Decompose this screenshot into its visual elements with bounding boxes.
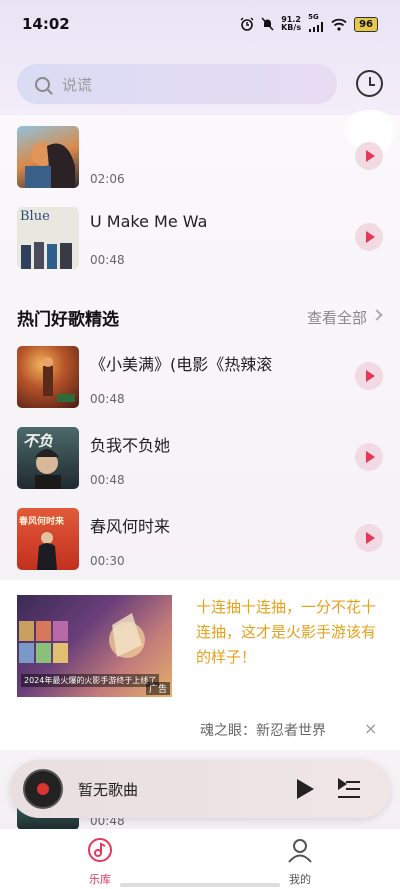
user-icon — [288, 839, 312, 863]
ad-image[interactable]: 2024年最火爆的火影手游终于上线了 广告 — [17, 595, 172, 697]
tab-mine[interactable]: 我的 — [260, 829, 340, 889]
mute-bell-icon — [261, 17, 274, 31]
ad-source: 魂之眼：新忍者世界 — [200, 723, 326, 739]
chevron-right-icon[interactable] — [371, 309, 383, 321]
song-title: U Make Me Wa — [90, 212, 208, 231]
close-icon[interactable]: × — [364, 719, 377, 738]
search-row: 说谎 — [17, 64, 383, 104]
tab-music-library[interactable]: 乐库 — [60, 829, 140, 889]
song-cover: 春风何时来 — [17, 508, 79, 570]
see-all-link[interactable]: 查看全部 — [307, 307, 367, 328]
alarm-icon — [240, 17, 254, 31]
mini-player[interactable]: 暂无歌曲 — [10, 760, 390, 818]
play-icon — [366, 532, 375, 544]
signal-label: 5G — [308, 13, 319, 21]
song-title: 《小美满》(电影《热辣滚 — [90, 355, 273, 374]
song-cover — [17, 346, 79, 408]
net-speed: 91.2 KB/s — [281, 16, 301, 32]
play-icon — [366, 150, 375, 162]
song-cover: Blue — [17, 207, 79, 269]
playlist-icon[interactable] — [338, 778, 360, 800]
section-title: 热门好歌精选 — [17, 310, 119, 330]
status-time: 14:02 — [22, 15, 70, 33]
status-bar: 14:02 91.2 KB/s 5G 96 — [0, 0, 400, 48]
song-duration: 00:48 — [90, 473, 125, 487]
song-item[interactable]: 春风何时来 春风何时来 00:30 — [17, 508, 383, 572]
play-button[interactable] — [355, 223, 383, 251]
ad-image-caption: 2024年最火爆的火影手游终于上线了 — [21, 674, 160, 687]
song-cover — [17, 126, 79, 188]
home-indicator — [120, 883, 280, 887]
player-title: 暂无歌曲 — [78, 781, 139, 799]
play-button[interactable] — [355, 362, 383, 390]
search-placeholder: 说谎 — [62, 75, 93, 94]
wifi-icon — [331, 18, 347, 31]
hot-section-header: 热门好歌精选 查看全部 — [17, 305, 383, 330]
status-icons: 91.2 KB/s 5G 96 — [240, 13, 378, 32]
net-speed-unit: KB/s — [281, 23, 302, 32]
play-icon[interactable] — [297, 779, 314, 799]
song-duration: 00:48 — [90, 253, 125, 267]
song-item[interactable]: 不负 负我不负她 00:48 — [17, 427, 383, 491]
play-icon — [366, 451, 375, 463]
album-disc-icon[interactable] — [23, 769, 63, 809]
song-title: 负我不负她 — [90, 436, 171, 455]
search-icon — [35, 76, 50, 92]
play-icon — [366, 370, 375, 382]
song-title: 春风何时来 — [90, 517, 171, 536]
song-item[interactable]: Blue U Make Me Wa 00:48 — [17, 207, 383, 271]
play-button[interactable] — [355, 524, 383, 552]
song-cover: 不负 — [17, 427, 79, 489]
play-button[interactable] — [355, 443, 383, 471]
ad-tag: 广告 — [145, 682, 170, 695]
battery-indicator: 96 — [354, 16, 378, 32]
cellular-signal-icon: 5G — [308, 13, 324, 32]
song-item[interactable]: 02:06 — [17, 126, 383, 190]
history-clock-icon[interactable] — [356, 70, 383, 97]
music-note-icon — [88, 838, 112, 862]
ad-text[interactable]: 十连抽十连抽，一分不花十连抽，这才是火影手游该有的样子！ — [196, 595, 381, 670]
song-item[interactable]: 《小美满》(电影《热辣滚 00:48 — [17, 346, 383, 410]
play-icon — [366, 231, 375, 243]
bottom-tab-bar: 乐库 我的 — [0, 829, 400, 889]
ad-banner[interactable]: 2024年最火爆的火影手游终于上线了 广告 十连抽十连抽，一分不花十连抽，这才是… — [0, 580, 400, 750]
song-duration: 02:06 — [90, 172, 125, 186]
song-duration: 00:48 — [90, 392, 125, 406]
play-button[interactable] — [355, 142, 383, 170]
search-input[interactable]: 说谎 — [17, 64, 337, 104]
song-duration: 00:30 — [90, 554, 125, 568]
